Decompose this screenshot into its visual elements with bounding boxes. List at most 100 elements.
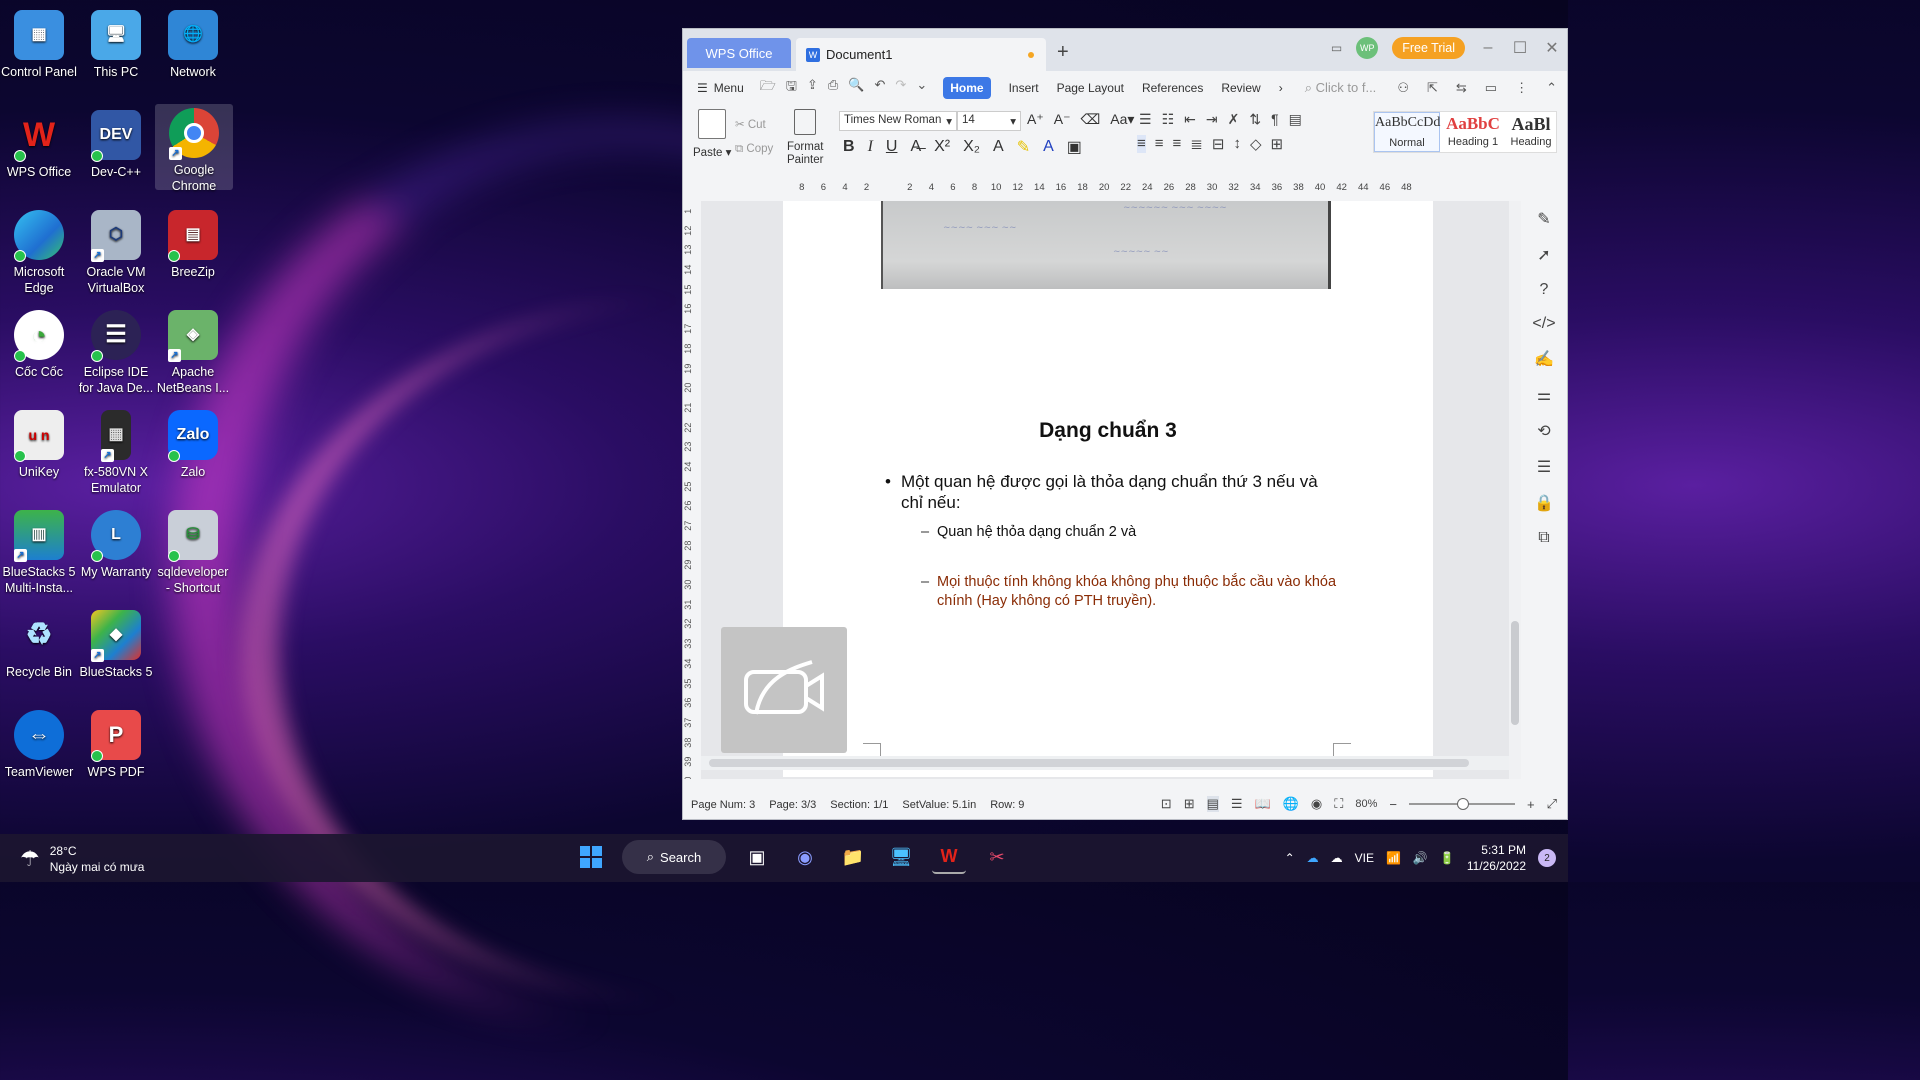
fit-page-icon[interactable]: ⛶ (1334, 796, 1343, 812)
scroll-thumb[interactable] (1511, 621, 1519, 725)
avatar[interactable]: WP (1356, 37, 1379, 59)
align-center-icon[interactable]: ≡ (1155, 135, 1164, 153)
shading-icon[interactable]: ◇ (1250, 135, 1262, 153)
vertical-scrollbar[interactable] (1509, 201, 1521, 779)
save-icon[interactable]: 🖫 (786, 77, 797, 99)
font-size-select[interactable]: 14 ▾ (957, 111, 1021, 131)
remote-desktop-icon[interactable]: 🖥 (884, 840, 918, 874)
code-icon[interactable]: </> (1532, 315, 1555, 333)
battery-icon[interactable]: 🔋 (1440, 851, 1455, 865)
highlight-icon[interactable]: ✎ (1017, 137, 1030, 157)
weather-widget[interactable]: ☂ 28°C Ngày mai có mưa (20, 843, 144, 875)
desktop-icon-wps-pdf[interactable]: P WPS PDF (77, 706, 155, 780)
horizontal-scrollbar[interactable] (701, 756, 1509, 770)
style-heading-1[interactable]: AaBbC Heading 1 (1440, 112, 1506, 152)
desktop-icon-bluestacks-multi[interactable]: ▥ ↗ BlueStacks 5 Multi-Insta... (0, 506, 78, 596)
undo-icon[interactable]: ↶ (875, 77, 886, 99)
tab-review[interactable]: Review (1221, 81, 1260, 95)
sort-icon[interactable]: ⇅ (1249, 111, 1261, 128)
zoom-out-icon[interactable]: − (1389, 797, 1397, 812)
share-icon[interactable]: ⇱ (1427, 80, 1438, 96)
new-tab-plus-icon[interactable]: + (1057, 41, 1069, 64)
close-icon[interactable]: ✕ (1543, 38, 1561, 58)
tab-page-layout[interactable]: Page Layout (1057, 81, 1124, 95)
cut-button[interactable]: ✂ Cut (735, 113, 773, 137)
window-layout-icon[interactable]: ▭ (1331, 41, 1342, 55)
subscript-icon[interactable]: X₂ (963, 138, 980, 156)
desktop-icon-virtualbox[interactable]: ⬡ ↗ Oracle VM VirtualBox (77, 206, 155, 296)
show-marks-icon[interactable]: ¶ (1271, 111, 1279, 128)
line-spacing-icon[interactable]: ↕ (1233, 135, 1241, 153)
search-field[interactable]: ⌕ Click to f... (1305, 80, 1377, 96)
style-heading-2[interactable]: AaBl Heading (1506, 112, 1556, 152)
embedded-photo-image[interactable]: ~~~~ ~~~ ~~ ~~~~~~ ~~~ ~~~~ ~~~~~ ~~ (881, 201, 1331, 289)
scroll-thumb[interactable] (709, 759, 1469, 767)
meet-camera-icon[interactable]: ◉ (788, 840, 822, 874)
underline-icon[interactable]: U (886, 138, 898, 156)
tab-insert[interactable]: Insert (1009, 81, 1039, 95)
desktop-icon-this-pc[interactable]: 🖥 This PC (77, 6, 155, 80)
copy-button[interactable]: ⧉ Copy (735, 137, 773, 161)
font-color-icon[interactable]: A (1043, 138, 1054, 156)
outline-view-icon[interactable]: ☰ (1231, 796, 1243, 812)
snipping-tool-icon[interactable]: ✂ (980, 840, 1014, 874)
grow-font-icon[interactable]: A⁺ (1027, 111, 1044, 128)
increase-indent-icon[interactable]: ⇥ (1206, 111, 1218, 128)
minimize-icon[interactable]: – (1479, 39, 1497, 57)
desktop-icon-sqldeveloper[interactable]: ⛁ sqldeveloper - Shortcut (154, 506, 232, 596)
open-icon[interactable]: 🗁 (760, 77, 776, 99)
eye-protection-icon[interactable]: ◉ (1311, 796, 1322, 812)
more-tabs-chevron-icon[interactable]: › (1279, 81, 1283, 95)
format-painter-button[interactable]: Format Painter (787, 109, 823, 167)
taskbar-search[interactable]: ⌕ Search (622, 840, 726, 874)
shrink-font-icon[interactable]: A⁻ (1054, 111, 1071, 128)
italic-icon[interactable]: I (868, 138, 873, 156)
desktop-icon-unikey[interactable]: u n UniKey (0, 406, 78, 480)
character-border-icon[interactable]: ▣ (1067, 137, 1082, 157)
desktop-icon-google-chrome[interactable]: ↗ Google Chrome (155, 104, 233, 193)
desktop-icon-fx580[interactable]: ▦ ↗ fx-580VN X Emulator (77, 406, 155, 496)
desktop-icon-netbeans[interactable]: ◈ ↗ Apache NetBeans I... (154, 306, 232, 396)
wifi-icon[interactable]: 📶 (1386, 851, 1401, 865)
align-right-icon[interactable]: ≡ (1173, 135, 1182, 153)
zoom-level[interactable]: 80% (1355, 798, 1377, 810)
volume-icon[interactable]: 🔊 (1413, 851, 1428, 865)
status-page[interactable]: Page: 3/3 (769, 799, 816, 811)
zoom-slider-knob[interactable] (1457, 798, 1469, 810)
tab-document1[interactable]: W Document1 (796, 38, 1046, 71)
desktop-icon-breezip[interactable]: ▤ BreeZip (154, 206, 232, 280)
read-mode-icon[interactable]: 📖 (1255, 796, 1271, 812)
language-indicator[interactable]: VIE (1355, 851, 1374, 865)
desktop-icon-eclipse[interactable]: ☰ Eclipse IDE for Java De... (77, 306, 155, 396)
desktop-icon-my-warranty[interactable]: L My Warranty (77, 506, 155, 580)
desktop-icon-edge[interactable]: Microsoft Edge (0, 206, 78, 296)
borders-icon[interactable]: ⊞ (1271, 135, 1284, 153)
history-icon[interactable]: ⟲ (1537, 421, 1550, 441)
customize-chevron-icon[interactable]: ⌄ (916, 77, 927, 99)
horizontal-ruler[interactable]: 8 6 4 2 2 4 6 8 10 12 14 16 18 20 22 24 26 28 30 32 34 36 38 40… (683, 177, 1567, 199)
camera-overlay[interactable] (721, 627, 847, 753)
change-case-icon[interactable]: Aa▾ (1110, 111, 1134, 128)
desktop-icon-network[interactable]: 🌐 Network (154, 6, 232, 80)
numbering-icon[interactable]: ☷ (1162, 111, 1175, 128)
spell-check-icon[interactable]: ⊡ (1161, 796, 1172, 812)
zoom-slider[interactable] (1409, 798, 1515, 810)
edit-pen-icon[interactable]: ✎ (1537, 209, 1550, 229)
desktop-icon-dev-cpp[interactable]: DEV Dev-C++ (77, 106, 155, 180)
superscript-icon[interactable]: X² (934, 138, 950, 156)
start-button[interactable] (574, 840, 608, 874)
desktop-icon-bluestacks[interactable]: ◆ ↗ BlueStacks 5 (77, 606, 155, 680)
bold-icon[interactable]: B (843, 138, 855, 156)
zoom-in-icon[interactable]: + (1527, 797, 1535, 812)
style-normal[interactable]: AaBbCcDd Normal (1374, 112, 1440, 152)
notification-badge[interactable]: 2 (1538, 849, 1556, 867)
fullscreen-icon[interactable]: ⤢ (1547, 796, 1557, 812)
paste-button[interactable]: Paste ▾ (693, 109, 731, 159)
lock-icon[interactable]: 🔒 (1534, 493, 1554, 513)
comment-icon[interactable]: ▭ (1485, 80, 1497, 96)
desktop-icon-recycle-bin[interactable]: ♻ Recycle Bin (0, 606, 78, 680)
clear-format-icon[interactable]: ⌫ (1080, 111, 1100, 128)
vertical-ruler[interactable]: 1 12 13 14 15 16 17 18 19 20 21 22 23 24 25 26 27 28 29 30 3… (683, 201, 701, 779)
print-icon[interactable]: ⎙ (828, 77, 838, 99)
print-preview-icon[interactable]: 🔍 (848, 77, 864, 99)
